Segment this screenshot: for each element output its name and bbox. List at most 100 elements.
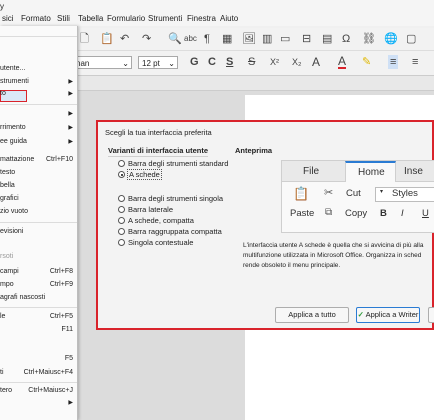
menu-item-linee-guida[interactable]: ee guida ▶: [0, 136, 77, 148]
preview-heading: Anteprima: [235, 146, 273, 155]
menu-tabella[interactable]: Tabella: [78, 14, 103, 23]
menu-item-paragrafi-nascosti[interactable]: agrafi nascosti: [0, 292, 77, 304]
menu-formato[interactable]: Formato: [21, 14, 51, 23]
strikethrough-button[interactable]: S: [248, 55, 255, 69]
menu-item-stato[interactable]: to ▶: [0, 88, 77, 100]
menu-strumenti[interactable]: Strumenti: [148, 14, 182, 23]
submenu-arrow-icon: ▶: [68, 139, 73, 145]
close-button-partial[interactable]: [428, 307, 434, 323]
menu-item-navigatore[interactable]: le Ctrl+F5: [0, 311, 77, 323]
text-box-icon[interactable]: ▭: [280, 32, 290, 46]
option-label-single-toolbar[interactable]: Barra degli strumenti singola: [128, 194, 223, 203]
menu-item-formattazione[interactable]: mattazione Ctrl+F10: [0, 154, 77, 166]
highlight-icon[interactable]: ✎: [362, 55, 371, 69]
font-name-combo[interactable]: nan ⌄: [72, 56, 132, 69]
menubar-partial: y: [0, 2, 4, 11]
hyperlink-icon[interactable]: ⛓: [362, 32, 376, 46]
align-left-icon[interactable]: ≡: [388, 55, 399, 69]
menu-item-stili[interactable]: F11: [0, 324, 77, 336]
submenu-arrow-icon: ▶: [68, 91, 73, 97]
clear-formatting-button[interactable]: A: [312, 55, 320, 69]
special-character-icon[interactable]: Ω: [342, 32, 350, 46]
align-center-icon[interactable]: ≡: [412, 55, 418, 69]
option-label-tabbed[interactable]: A schede: [127, 169, 162, 180]
menu-item-label: grafici: [0, 195, 19, 202]
apply-writer-button[interactable]: ✓ Applica a Writer: [356, 307, 420, 323]
redo-icon[interactable]: ↷: [142, 32, 151, 46]
globe-icon[interactable]: 🌐: [384, 32, 398, 46]
radio-standard[interactable]: [118, 160, 125, 167]
superscript-button[interactable]: X²: [270, 55, 279, 69]
menu-item-schermo-intero[interactable]: tero Ctrl+Maiusc+J: [0, 385, 77, 397]
subscript-button[interactable]: X₂: [292, 55, 302, 69]
menu-item-strumenti[interactable]: strumenti ▶: [0, 76, 77, 88]
page-break-icon[interactable]: ⊟: [302, 32, 311, 46]
bold-button[interactable]: G: [190, 55, 199, 69]
menu-stili[interactable]: Stili: [57, 14, 70, 23]
insert-field-icon[interactable]: ▤: [322, 32, 332, 46]
menu-item-revisioni[interactable]: evisioni: [0, 226, 77, 238]
menu-item-label: mpo: [0, 281, 14, 288]
formatting-marks-icon[interactable]: ¶: [204, 32, 210, 46]
menu-item-shortcut: Ctrl+Maiusc+J: [28, 387, 73, 394]
radio-tabbed[interactable]: [118, 171, 125, 178]
menu-item-tabella[interactable]: bella: [0, 180, 77, 192]
radio-single-toolbar[interactable]: [118, 195, 125, 202]
undo-icon[interactable]: ↶: [120, 32, 129, 46]
font-size-value: 12 pt: [142, 59, 160, 68]
menu-item-f5[interactable]: F5: [0, 353, 77, 365]
chevron-down-icon[interactable]: ⌄: [168, 57, 175, 70]
comment-icon[interactable]: ▢: [406, 32, 416, 46]
menu-separator: [0, 104, 77, 105]
option-label-contextual-single[interactable]: Singola contestuale: [128, 238, 193, 247]
menu-item-testo[interactable]: testo: [0, 167, 77, 179]
option-label-standard[interactable]: Barra degli strumenti standard: [128, 159, 228, 168]
menu-item-label: mattazione: [0, 156, 35, 163]
menu-item-campi[interactable]: campi Ctrl+F8: [0, 266, 77, 278]
chevron-down-icon: ▾: [380, 189, 384, 195]
ruler[interactable]: [72, 76, 434, 91]
option-label-groupedbar-compact[interactable]: Barra raggruppata compatta: [128, 227, 222, 236]
menu-finestra[interactable]: Finestra: [187, 14, 216, 23]
menu-item-interfaccia-utente[interactable]: utente...: [0, 63, 77, 75]
find-replace-icon[interactable]: 🔍: [168, 32, 182, 46]
paste-icon[interactable]: 📋: [100, 32, 114, 46]
font-color-button[interactable]: A: [338, 55, 347, 69]
chevron-down-icon[interactable]: ⌄: [122, 57, 129, 70]
menu-item-blank[interactable]: ▶: [0, 108, 77, 120]
menu-item-grafici[interactable]: grafici: [0, 193, 77, 205]
ui-choice-dialog: Scegli la tua interfaccia preferita Vari…: [96, 120, 434, 330]
variants-heading: Varianti di interfaccia utente: [108, 146, 209, 155]
insert-image-icon[interactable]: 🖼: [242, 32, 256, 46]
scissors-icon: ✂: [324, 187, 334, 199]
radio-tabbed-compact[interactable]: [118, 217, 125, 224]
underline-button[interactable]: S: [226, 55, 233, 69]
font-size-combo[interactable]: 12 pt ⌄: [138, 56, 178, 69]
option-label-sidebar[interactable]: Barra laterale: [128, 205, 173, 214]
menu-item-label: evisioni: [0, 228, 24, 235]
insert-chart-icon[interactable]: ▥: [262, 32, 272, 46]
menu-item-shortcut: Ctrl+F10: [45, 156, 73, 163]
menu-item-scorrimento[interactable]: rrimento ▶: [0, 122, 77, 134]
menu-item-elementi[interactable]: ti Ctrl+Maiusc+F4: [0, 367, 77, 379]
apply-all-button[interactable]: Applica a tutto: [275, 307, 349, 323]
radio-contextual-single[interactable]: [118, 239, 125, 246]
spellcheck-icon[interactable]: abc: [184, 32, 197, 46]
radio-groupedbar-compact[interactable]: [118, 228, 125, 235]
italic-button[interactable]: C: [208, 55, 216, 69]
menu-item-nascosti: rsoti: [0, 251, 77, 263]
submenu-arrow-icon: ▶: [68, 400, 73, 406]
menu-item-spazio-vuoto[interactable]: zio vuoto: [0, 206, 77, 218]
option-label-tabbed-compact[interactable]: A schede, compatta: [128, 216, 194, 225]
new-document-icon[interactable]: 🗋: [80, 32, 89, 46]
insert-table-icon[interactable]: ▦: [222, 32, 232, 46]
radio-sidebar[interactable]: [118, 206, 125, 213]
menu-separator: [0, 307, 77, 308]
menu-item-shortcut: F11: [61, 326, 73, 333]
menu-item-nomi-campo[interactable]: mpo Ctrl+F9: [0, 279, 77, 291]
menu-aiuto[interactable]: Aiuto: [220, 14, 238, 23]
check-icon: ✓: [357, 310, 364, 319]
menu-file-partial[interactable]: sici: [2, 14, 14, 23]
menu-item-zoom[interactable]: ▶: [0, 397, 77, 409]
menu-formulario[interactable]: Formulario: [107, 14, 145, 23]
